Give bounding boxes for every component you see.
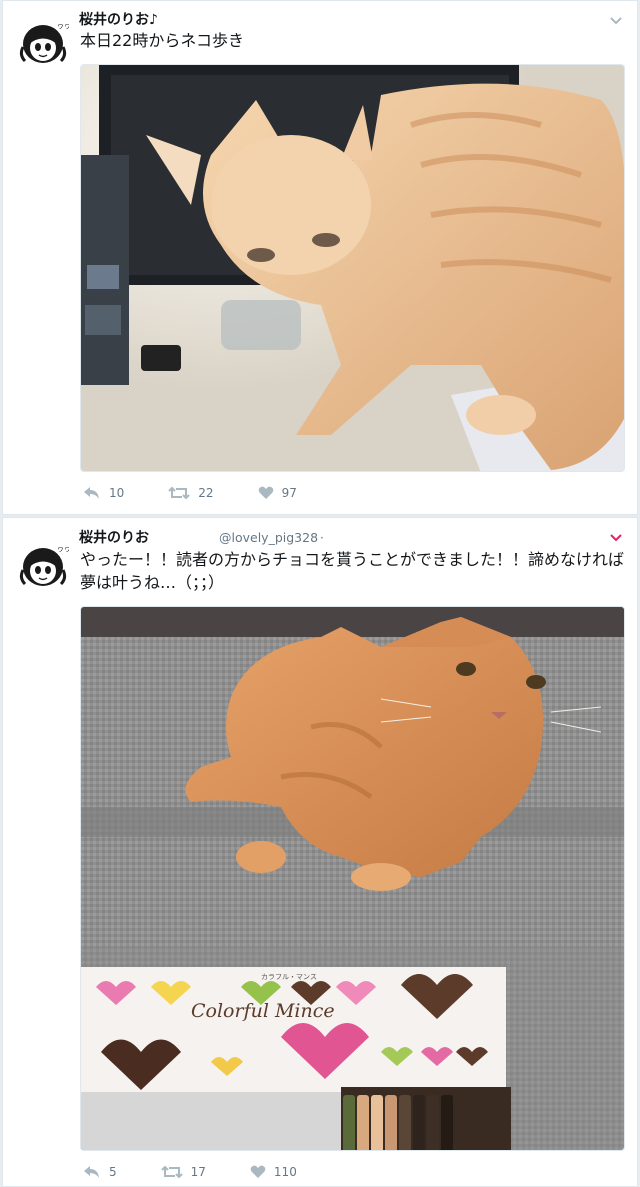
avatar[interactable]: ヮヮ	[17, 17, 71, 67]
tweet-text: 本日22時からネコ歩き	[80, 31, 245, 50]
timeline-feed: ヮヮ 桜井のりお♪ 本日22時からネコ歩き 10 22 97 ヮヮ 桜井のりお …	[0, 0, 640, 1187]
reply-button[interactable]: 10	[83, 486, 124, 500]
reply-count: 5	[109, 1165, 117, 1179]
box-brand: Colorful Mince	[191, 1000, 335, 1022]
tweet-photo[interactable]	[80, 64, 625, 472]
like-button[interactable]: 110	[250, 1165, 297, 1179]
heart-icon	[250, 1165, 266, 1178]
tweet[interactable]: ヮヮ 桜井のりお @lovely_pig328 · やったー！！読者の方からチョコを…	[2, 517, 638, 1187]
author-name[interactable]: 桜井のりお	[79, 530, 149, 546]
author-name-suffix: ♪	[149, 12, 158, 28]
svg-text:ヮヮ: ヮヮ	[57, 22, 69, 30]
retweet-button[interactable]: 22	[168, 486, 214, 500]
retweet-count: 22	[198, 486, 214, 500]
like-count: 110	[273, 1165, 297, 1179]
reply-icon	[84, 1166, 99, 1178]
reply-button[interactable]: 5	[83, 1165, 117, 1179]
retweet-count: 17	[190, 1165, 206, 1179]
reply-icon	[84, 487, 99, 499]
box-brand-small: カラフル・マンス	[261, 973, 317, 981]
retweet-icon	[168, 486, 190, 500]
author-name-row[interactable]: 桜井のりお♪	[79, 9, 158, 29]
timestamp-separator: ·	[320, 531, 324, 545]
author-name[interactable]: 桜井のりお	[79, 12, 149, 28]
like-button[interactable]: 97	[258, 486, 297, 500]
retweet-button[interactable]: 17	[160, 1165, 206, 1179]
reply-count: 10	[109, 486, 125, 500]
chevron-down-icon[interactable]	[609, 11, 623, 25]
cat-chocolate-photo-image: カラフル・マンス Colorful Mince	[81, 607, 624, 1150]
heart-icon	[258, 486, 273, 499]
tweet-photo[interactable]: カラフル・マンス Colorful Mince	[80, 606, 625, 1151]
tweet-actions: 5 17 110	[83, 1165, 341, 1179]
tweet-actions: 10 22 97	[83, 486, 341, 500]
tweet-text: やったー！！読者の方からチョコを貰うことができました！！諦めなければ夢は叶うね……	[80, 550, 625, 592]
tweet[interactable]: ヮヮ 桜井のりお♪ 本日22時からネコ歩き 10 22 97	[2, 0, 638, 515]
cat-photo-image	[81, 65, 624, 471]
avatar[interactable]: ヮヮ	[17, 540, 71, 590]
like-count: 97	[281, 486, 297, 500]
author-handle[interactable]: @lovely_pig328	[219, 530, 318, 545]
chevron-down-icon[interactable]	[609, 528, 623, 542]
retweet-icon	[160, 1165, 183, 1179]
svg-text:ヮヮ: ヮヮ	[57, 545, 69, 553]
author-name-row[interactable]: 桜井のりお @lovely_pig328 ·	[79, 527, 324, 547]
